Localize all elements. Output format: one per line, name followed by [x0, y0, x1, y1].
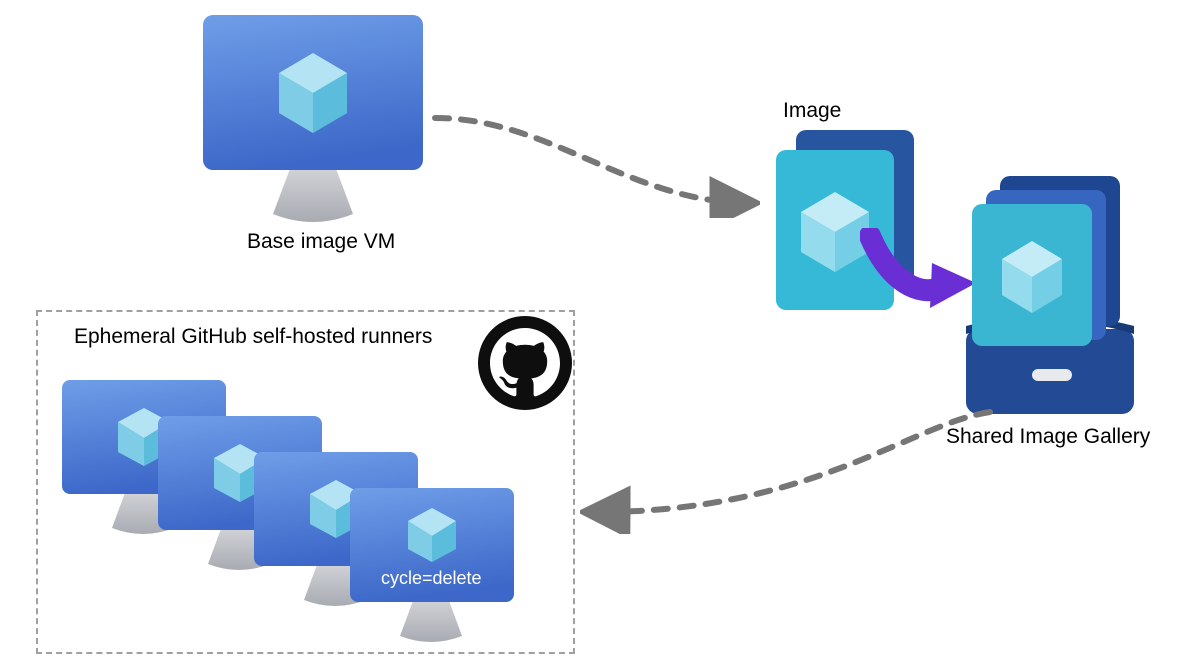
base-vm-monitor-icon — [195, 11, 434, 227]
runner-monitors-icon — [56, 376, 546, 648]
arrow-gallery-to-runners — [580, 404, 1000, 534]
base-vm-label: Base image VM — [247, 230, 395, 254]
diagram-canvas: Base image VM Image — [0, 0, 1193, 669]
image-label: Image — [783, 99, 841, 123]
runner-overlay-text: cycle=delete — [381, 568, 482, 589]
ephemeral-runners-title: Ephemeral GitHub self-hosted runners — [74, 325, 432, 349]
arrow-base-to-image — [430, 108, 760, 218]
shared-image-gallery-icon — [956, 174, 1146, 422]
